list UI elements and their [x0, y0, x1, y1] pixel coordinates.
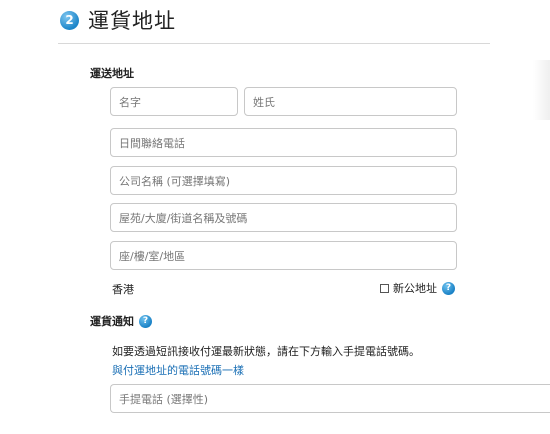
company-address-checkbox[interactable] [380, 283, 389, 293]
mobile-phone-placeholder: 手提電話 (選擇性) [119, 392, 209, 406]
header-divider [58, 43, 490, 44]
mobile-phone-field[interactable]: 手提電話 (選擇性) [110, 384, 550, 413]
notification-instructions: 如要透過短訊接收付運最新狀態，請在下方輸入手提電話號碼。 [112, 345, 420, 358]
first-name-placeholder: 名字 [119, 95, 141, 109]
company-name-field[interactable]: 公司名稱 (可選擇填寫) [110, 166, 457, 195]
same-phone-link[interactable]: 與付運地址的電話號碼一樣 [112, 362, 244, 378]
unit-district-placeholder: 座/樓/室/地區 [119, 249, 186, 263]
street-address-field[interactable]: 屋苑/大廈/街道名稱及號碼 [110, 203, 457, 232]
scroll-edge [533, 60, 550, 120]
daytime-phone-field[interactable]: 日間聯絡電話 [110, 128, 457, 157]
help-icon[interactable]: ? [442, 281, 455, 295]
first-name-field[interactable]: 名字 [110, 87, 238, 116]
shipping-address-heading: 運送地址 [90, 67, 134, 80]
company-address-option[interactable]: 新公地址 ? [380, 280, 455, 296]
region-label: 香港 [112, 283, 134, 296]
notification-heading: 運貨通知 [90, 315, 134, 328]
unit-district-field[interactable]: 座/樓/室/地區 [110, 241, 457, 270]
daytime-phone-placeholder: 日間聯絡電話 [119, 136, 185, 150]
company-name-placeholder: 公司名稱 (可選擇填寫) [119, 174, 231, 188]
company-address-label: 新公地址 [393, 282, 437, 295]
last-name-placeholder: 姓氏 [253, 95, 275, 109]
last-name-field[interactable]: 姓氏 [244, 87, 457, 116]
notification-heading-row: 運貨通知 ? [90, 313, 152, 329]
step-header: 2 運貨地址 [60, 7, 176, 33]
step-number-icon: 2 [60, 10, 79, 30]
street-address-placeholder: 屋苑/大廈/街道名稱及號碼 [119, 211, 248, 225]
page-title: 運貨地址 [88, 9, 176, 33]
help-icon[interactable]: ? [139, 314, 152, 328]
